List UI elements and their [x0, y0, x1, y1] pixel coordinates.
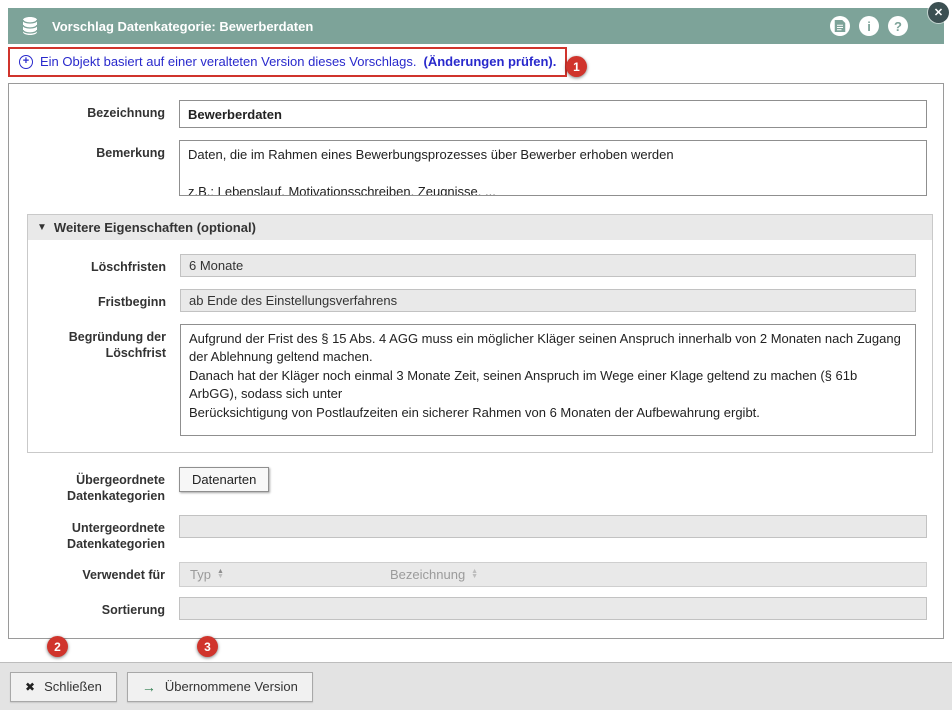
bemerkung-label: Bemerkung	[9, 140, 179, 196]
notice-bar: + Ein Objekt basiert auf einer veraltete…	[8, 47, 944, 77]
verwendet-fuer-row: Verwendet für Typ ▲▼ Bezeichnung ▲▼	[9, 562, 943, 587]
bezeichnung-input[interactable]	[179, 100, 927, 128]
weitere-eigenschaften-header[interactable]: ▼ Weitere Eigenschaften (optional)	[28, 215, 932, 240]
notice-text: Ein Objekt basiert auf einer veralteten …	[40, 54, 417, 69]
sortierung-row: Sortierung	[9, 597, 943, 620]
vorschlag-datenkategorie-dialog: Vorschlag Datenkategorie: Bewerberdaten …	[8, 8, 944, 639]
dialog-header: Vorschlag Datenkategorie: Bewerberdaten …	[8, 8, 944, 44]
weitere-eigenschaften-section: ▼ Weitere Eigenschaften (optional) Lösch…	[27, 214, 933, 453]
verwendet-fuer-label: Verwendet für	[9, 562, 179, 587]
fristbeginn-label: Fristbeginn	[28, 289, 180, 312]
database-icon	[20, 16, 40, 36]
fristbeginn-row: Fristbeginn	[28, 289, 932, 312]
collapse-caret-icon: ▼	[37, 222, 47, 233]
loeschfristen-input	[180, 254, 916, 277]
loeschfristen-row: Löschfristen	[28, 254, 932, 277]
datenarten-button[interactable]: Datenarten	[179, 467, 269, 492]
check-changes-link[interactable]: (Änderungen prüfen).	[424, 54, 557, 69]
fristbeginn-input	[180, 289, 916, 312]
schliessen-button[interactable]: ✖ Schließen	[10, 672, 117, 702]
weitere-eigenschaften-body: Löschfristen Fristbeginn Begründung der …	[28, 240, 932, 452]
bezeichnung-label: Bezeichnung	[9, 100, 179, 128]
weitere-eigenschaften-title: Weitere Eigenschaften (optional)	[54, 220, 256, 235]
begruendung-row: Begründung der Löschfrist Aufgrund der F…	[28, 324, 932, 436]
annotation-badge-3: 3	[197, 636, 218, 657]
uebernommene-version-label: Übernommene Version	[165, 679, 298, 694]
bemerkung-textarea[interactable]: Daten, die im Rahmen eines Bewerbungspro…	[179, 140, 927, 196]
column-header-typ[interactable]: Typ ▲▼	[180, 567, 380, 582]
outdated-version-notice: + Ein Objekt basiert auf einer veraltete…	[8, 47, 567, 77]
close-x-icon: ✖	[25, 680, 35, 694]
untergeordnete-input	[179, 515, 927, 538]
bezeichnung-row: Bezeichnung	[9, 100, 943, 128]
column-header-bezeichnung[interactable]: Bezeichnung ▲▼	[380, 567, 478, 582]
help-icon[interactable]: ?	[888, 16, 908, 36]
form-panel: Bezeichnung Bemerkung Daten, die im Rahm…	[8, 83, 944, 639]
info-icon[interactable]: i	[859, 16, 879, 36]
document-icon[interactable]	[830, 16, 850, 36]
update-icon: +	[19, 55, 33, 69]
sortierung-input	[179, 597, 927, 620]
untergeordnete-label: Untergeordnete Datenkategorien	[9, 515, 179, 553]
untergeordnete-row: Untergeordnete Datenkategorien	[9, 515, 943, 553]
sort-icon-bezeichnung: ▲▼	[471, 570, 478, 578]
close-dialog-icon[interactable]: ✕	[928, 2, 949, 23]
loeschfristen-label: Löschfristen	[28, 254, 180, 277]
verwendet-fuer-table-header: Typ ▲▼ Bezeichnung ▲▼	[179, 562, 927, 587]
uebergeordnete-label: Übergeordnete Datenkategorien	[9, 467, 179, 505]
uebergeordnete-row: Übergeordnete Datenkategorien Datenarten	[9, 467, 943, 505]
begruendung-textarea[interactable]: Aufgrund der Frist des § 15 Abs. 4 AGG m…	[180, 324, 916, 436]
sortierung-label: Sortierung	[9, 597, 179, 620]
sort-icon-typ: ▲▼	[217, 570, 224, 578]
schliessen-button-label: Schließen	[44, 679, 102, 694]
annotation-badge-1: 1	[566, 56, 587, 77]
uebernommene-version-button[interactable]: → Übernommene Version	[127, 672, 313, 702]
header-actions: i ?	[830, 16, 932, 36]
bemerkung-row: Bemerkung Daten, die im Rahmen eines Bew…	[9, 140, 943, 196]
footer-toolbar: ✖ Schließen → Übernommene Version	[0, 662, 952, 710]
annotation-badge-2: 2	[47, 636, 68, 657]
arrow-right-icon: →	[142, 679, 156, 695]
dialog-title: Vorschlag Datenkategorie: Bewerberdaten	[52, 19, 313, 34]
begruendung-label: Begründung der Löschfrist	[28, 324, 180, 436]
